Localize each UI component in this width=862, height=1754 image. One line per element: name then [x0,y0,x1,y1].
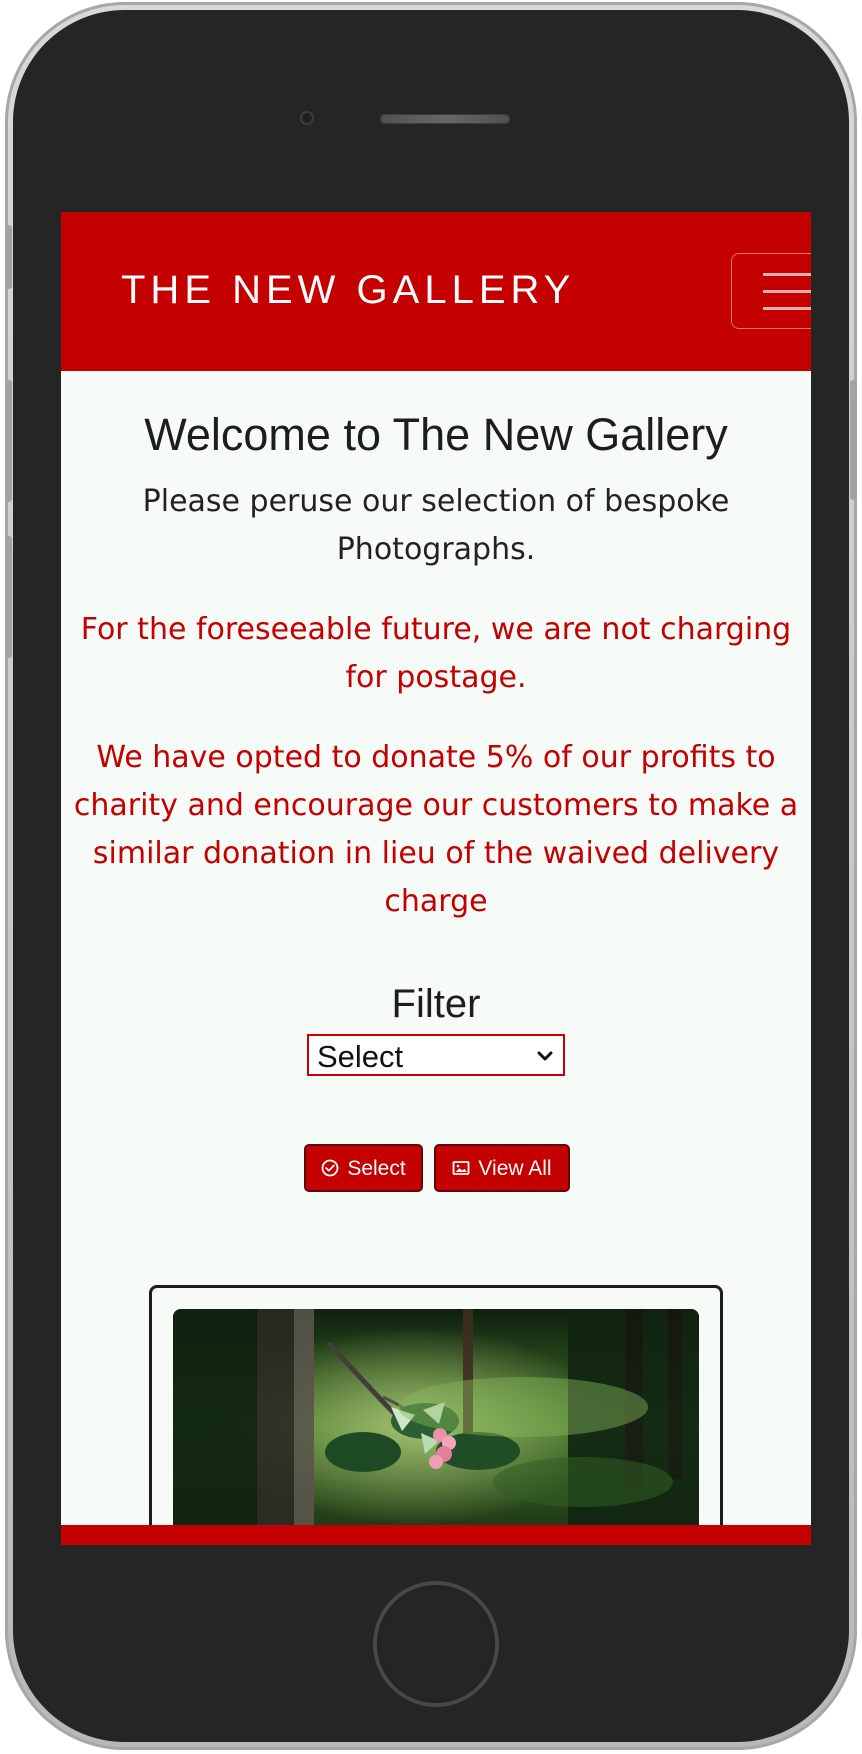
hamburger-menu-icon [763,273,811,311]
select-button-label: Select [347,1156,406,1180]
filter-select-value: Select [317,1039,404,1074]
home-button[interactable] [373,1581,499,1707]
hamburger-line-top [763,273,811,276]
filter-select[interactable]: Select [307,1034,565,1076]
site-brand[interactable]: THE NEW GALLERY [121,270,575,310]
hamburger-line-middle [763,290,811,293]
filter-heading: Filter [391,982,481,1026]
check-circle-icon [321,1159,339,1177]
image-icon [453,1161,470,1175]
intro-text: Please peruse our selection of bespoke P… [142,484,730,567]
chevron-down-icon [537,1051,553,1061]
earpiece-speaker [380,114,510,124]
site-navbar: THE NEW GALLERY [61,212,811,371]
volume-down-button [5,536,12,658]
volume-up-button [5,380,12,502]
phone-screen: THE NEW GALLERY Welcome to The New Galle… [61,212,811,1545]
page-title: Welcome to The New Gallery [144,409,728,460]
mute-switch [5,225,12,289]
hamburger-line-bottom [763,307,811,310]
select-button[interactable]: Select [304,1144,423,1192]
postage-notice: For the foreseeable future, we are not c… [80,612,792,695]
front-camera [300,111,314,125]
power-button [850,380,857,500]
gallery-photo[interactable] [173,1309,699,1545]
navbar-toggle-button[interactable] [731,253,811,329]
main-content: Welcome to The New Gallery Please peruse… [61,371,811,1545]
charity-notice: We have opted to donate 5% of our profit… [73,740,799,919]
view-all-button[interactable]: View All [434,1144,570,1192]
footer-strip [61,1525,811,1545]
gallery-card[interactable] [149,1285,723,1545]
view-all-button-label: View All [478,1156,552,1180]
forest-photo-image [173,1309,699,1545]
phone-frame: THE NEW GALLERY Welcome to The New Galle… [5,2,857,1750]
